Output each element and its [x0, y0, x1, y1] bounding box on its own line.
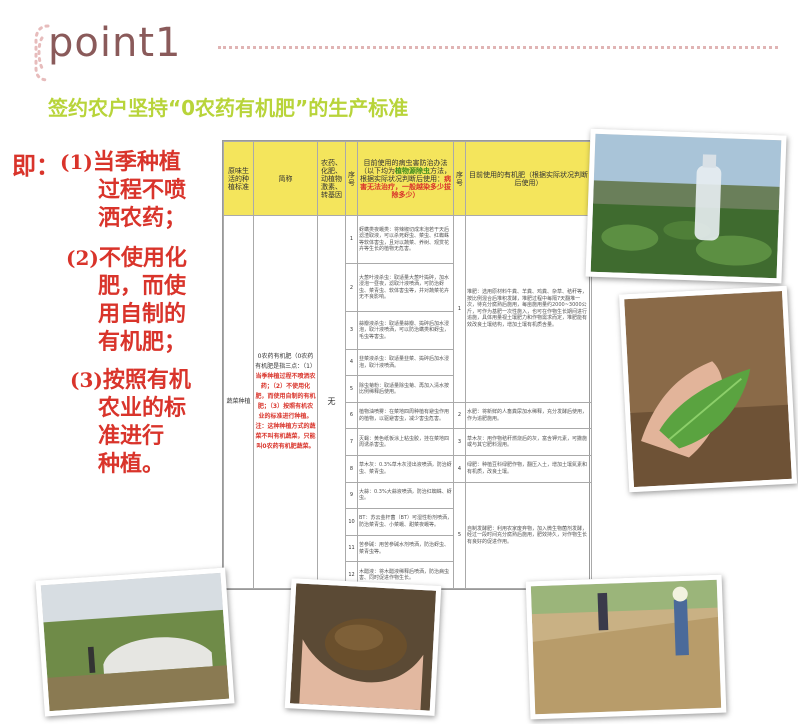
fert-method: 绿肥：种植豆科绿肥作物，翻压入土，增加土壤氮素和有机质，改良土壤。	[465, 455, 592, 483]
fert-seq: 4	[453, 455, 466, 483]
pest-method: 韭菜液杀虫：取适量韭菜、捣碎后加水浸泡，取汁液喷洒。	[357, 348, 454, 377]
fert-seq: 5	[453, 481, 466, 590]
pest-seq: 5	[345, 375, 358, 403]
photo-leaf-hand	[618, 285, 798, 493]
fert-method: 草木灰：用作物秸秆燃烧后的灰，富含钾元素，可撒施或与其它肥料混用。	[465, 428, 592, 457]
pest-seq: 3	[345, 311, 358, 350]
principle-3: (3)按照有机 农业的标 准进行 种植。	[70, 367, 191, 477]
farmers-spreading-straw-photo	[530, 579, 722, 715]
photo-compost-heap	[35, 567, 235, 717]
fert-seq: 2	[453, 401, 466, 430]
standard-summary: 0农药有机肥（0农药有机肥是指三点：（1）当季种植过程不喷洒农药；（2）不使用化…	[253, 215, 318, 589]
col-header-inputs: 农药、化肥、动植物激素、转基因	[317, 141, 346, 216]
standards-table: 原味生活的种植标准 简称 农药、化肥、动植物激素、转基因 序号 目前使用的病虫害…	[222, 140, 592, 590]
col-header-pest-control: 目前使用的病虫害防治办法 （以下均为植物源除虫方法，根据实际状况判断后使用：病害…	[357, 141, 454, 216]
pest-method: 草木灰：0.3%草木灰浸出液喷洒，防治蚜虫、菜青虫。	[357, 455, 454, 483]
dotted-rule	[218, 46, 778, 49]
fert-method: 水肥：将新鲜的人畜粪尿加水稀释，充分发酵后使用，作为追肥施用。	[465, 401, 592, 430]
compost-heap-photo	[40, 572, 230, 712]
pest-seq: 7	[345, 428, 358, 457]
fert-method: 堆肥：选用原材料牛粪、羊粪、鸡粪、杂草、秸秆等，按比例混合后堆积发酵，堆肥过程中…	[465, 215, 592, 403]
point-title: point1	[48, 20, 182, 66]
col-header-seq-2: 序号	[453, 141, 466, 216]
pest-seq: 10	[345, 508, 358, 536]
pest-seq: 1	[345, 214, 358, 265]
page-subtitle: 签约农户坚持“0农药有机肥”的生产标准	[48, 96, 409, 120]
fert-seq: 3	[453, 428, 466, 457]
pest-seq: 8	[345, 455, 358, 483]
compost-in-hand-photo	[289, 583, 437, 711]
col-header-seq-1: 序号	[345, 141, 358, 216]
pest-method: 灭蝇：黄色纸板涂上粘虫胶，挂在菜地四周诱杀害虫。	[357, 428, 454, 457]
pest-method: BT：苏云金杆菌（BT）可湿性粉剂喷洒，防治菜青虫、小菜蛾、甜菜夜蛾等。	[357, 508, 454, 536]
fert-seq: 1	[453, 215, 466, 403]
bottle-in-field-photo	[590, 133, 782, 279]
photo-bottle-field	[585, 128, 787, 284]
principle-1: (1)当季种植 过程不喷 洒农药；	[60, 149, 187, 231]
principle-2: (2)不使用化 肥，而使 用自制的 有机肥；	[66, 245, 187, 355]
pest-seq: 4	[345, 348, 358, 377]
pest-method: 蚜螨类夜蛾类：将辣椒切成末泡若干天后滤渣取液，可以杀死蚜虫、菜虫、红蜘蛛等软体害…	[357, 214, 454, 265]
row-label: 蔬菜种植	[223, 215, 254, 589]
photo-farmers-straw	[525, 574, 727, 720]
col-header-abbr: 简称	[253, 141, 318, 216]
list-lead: 即：	[12, 151, 60, 180]
pest-method: 蒜瓣液杀虫：取适量蒜瓣、捣碎后加水浸泡，取汁液喷洒，可以防治螨类和蚜虫，毛虫等害…	[357, 311, 454, 350]
pest-seq: 2	[345, 263, 358, 313]
inputs-none: 无	[317, 215, 346, 589]
leaf-in-hand-photo	[624, 290, 792, 488]
fert-method: 自制发酵肥：利用农家废弃物，加入微生物菌剂发酵，经过一段时间充分腐熟后施用，肥效…	[465, 481, 592, 590]
pest-method: 大葱叶液杀虫：取适量大葱叶捣碎，加水浸泡一昼夜，滤取汁液喷洒，可防治蚜虫、菜青虫…	[357, 263, 454, 313]
table-row: 蔬菜种植 0农药有机肥（0农药有机肥是指三点：（1）当季种植过程不喷洒农药；（2）…	[223, 214, 592, 589]
pest-method: 大蒜：0.3%大蒜液喷洒，防治红蜘蛛、蚜虫。	[357, 481, 454, 510]
col-header-standard: 原味生活的种植标准	[223, 141, 254, 216]
pest-method: 除虫菊粉：取适量除虫菊、再加入清水按比例稀释后使用。	[357, 375, 454, 403]
pest-method: 植物油喷雾：在菜地四周种植有避虫作用的植物，以驱避害虫，减少害虫危害。	[357, 401, 454, 430]
photo-compost-hand	[284, 578, 442, 716]
pest-seq: 9	[345, 481, 358, 510]
pest-seq: 11	[345, 534, 358, 563]
col-header-fertilizer: 目前使用的有机肥（根据实际状况判断后使用）	[465, 141, 592, 216]
pest-method: 苦参碱：用苦参碱水剂喷洒，防治蚜虫、菜青虫等。	[357, 534, 454, 563]
pest-seq: 6	[345, 401, 358, 430]
